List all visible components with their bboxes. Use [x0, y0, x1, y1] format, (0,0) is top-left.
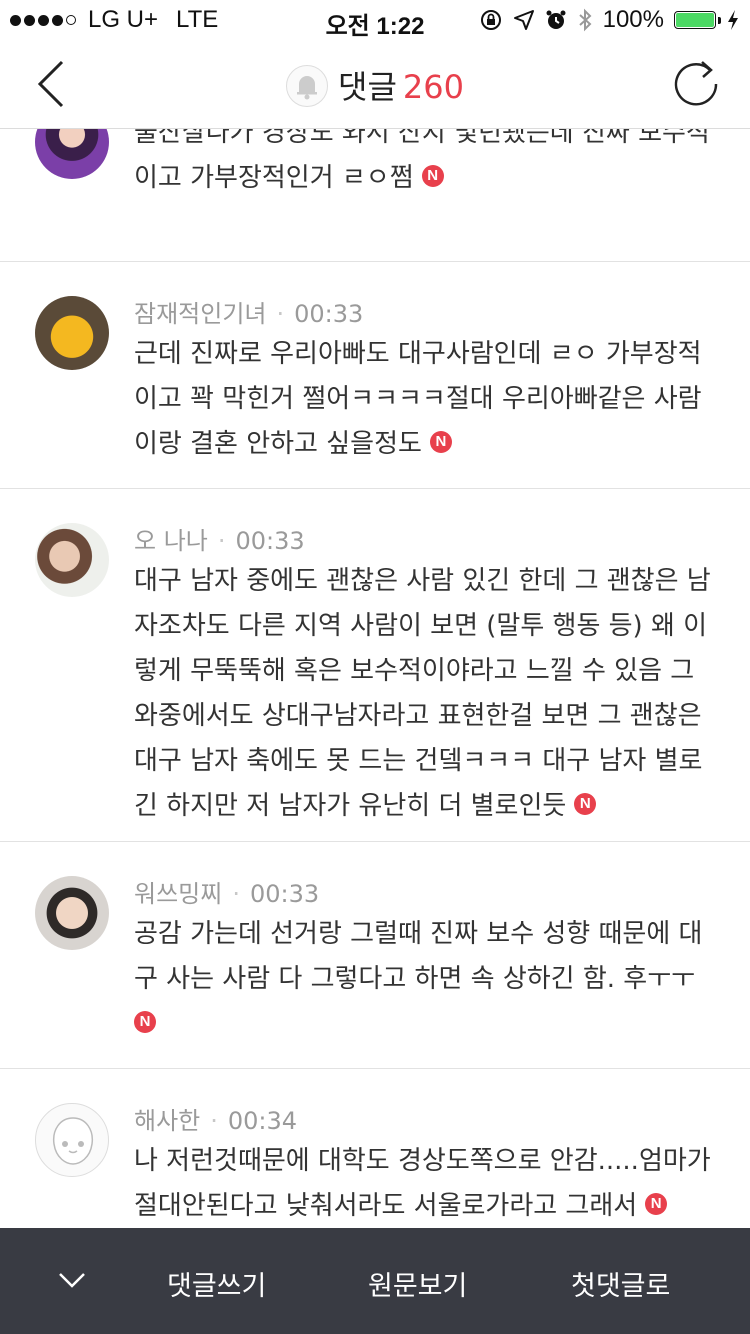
comment-body: 울산살다가 경상도 와서 산지 몇년됐는데 진짜 보수적 이고 가부장적인거 ㄹ… [134, 129, 714, 201]
first-comment-button[interactable]: 첫댓글로 [571, 1264, 670, 1303]
new-badge: N [645, 1192, 668, 1215]
comment-item: 잠재적인기녀 · 00:33 근데 진짜로 우리아빠도 대구사람인데 ㄹㅇ 가부장적… [0, 262, 750, 489]
comment-body: 대구 남자 중에도 괜찮은 사람 있긴 한데 그 괜찮은 남 자조차도 다른 지… [134, 559, 714, 829]
avatar[interactable] [35, 523, 109, 597]
comment-author: 해사한 [134, 1107, 201, 1135]
comment-author: 잠재적인기녀 [134, 300, 267, 328]
comment-line: 울산살다가 경상도 와서 산지 몇년됐는데 진짜 보수적 [134, 129, 710, 148]
comment-list[interactable]: 울산살다가 경상도 와서 산지 몇년됐는데 진짜 보수적 이고 가부장적인거 ㄹ… [0, 129, 750, 1228]
status-bar: LG U+ LTE 오전 1:22 100% [0, 0, 750, 40]
notification-bell-icon[interactable] [286, 65, 329, 107]
comment-line: 나 저런것때문에 대학도 경상도쪽으로 안감.....엄마가 [134, 1146, 711, 1176]
battery-fill [676, 13, 714, 27]
nav-bar: 댓글 260 [0, 40, 750, 129]
rotation-lock-icon [480, 10, 501, 30]
comment-body: 근데 진짜로 우리아빠도 대구사람인데 ㄹㅇ 가부장적 이고 꽉 막힌거 쩔어ㅋ… [134, 332, 714, 467]
bottom-toolbar: 댓글쓰기 원문보기 첫댓글로 [0, 1228, 750, 1334]
location-arrow-icon [513, 10, 534, 30]
page-title: 댓글 260 [0, 62, 750, 110]
comment-line: 이고 가부장적인거 ㄹㅇ쩜 [134, 163, 414, 193]
comment-item: 오 나나 · 00:33 대구 남자 중에도 괜찮은 사람 있긴 한데 그 괜찮은 … [0, 489, 750, 842]
collapse-chevron-icon[interactable] [58, 1270, 86, 1290]
new-badge: N [134, 1010, 156, 1033]
comment-line: 자조차도 다른 지역 사람이 보면 (말투 행동 등) 왜 이 [134, 611, 708, 641]
view-original-button[interactable]: 원문보기 [368, 1264, 467, 1303]
comment-count: 260 [402, 68, 464, 106]
battery-percent: 100% [602, 6, 664, 33]
avatar[interactable] [35, 1103, 109, 1177]
comment-line: 와중에서도 상대구남자라고 표현한걸 보면 그 괜찮은 [134, 701, 702, 731]
comment-body: 나 저런것때문에 대학도 경상도쪽으로 안감.....엄마가 절대안된다고 낮춰… [134, 1139, 714, 1228]
refresh-icon[interactable] [670, 58, 722, 110]
comment-line: 렇게 무뚝뚝해 혹은 보수적이야라고 느낄 수 있음 그 [134, 656, 695, 686]
comment-meta: 잠재적인기녀 · 00:33 [134, 300, 364, 328]
comment-time: 00:33 [294, 300, 364, 328]
comment-time: 00:34 [227, 1107, 298, 1135]
comment-author: 오 나나 [134, 527, 208, 555]
battery-icon [674, 11, 721, 29]
avatar[interactable] [35, 296, 109, 370]
write-comment-button[interactable]: 댓글쓰기 [167, 1264, 266, 1303]
comment-line: 절대안된다고 낮춰서라도 서울로가라고 그래서 [134, 1191, 638, 1221]
alarm-icon [546, 10, 566, 29]
comment-line: 긴 하지만 저 남자가 유난히 더 별로인듯 [134, 791, 567, 821]
comment-line: 이고 꽉 막힌거 쩔어ㅋㅋㅋㅋ절대 우리아빠같은 사람 [134, 384, 702, 414]
bluetooth-icon [578, 8, 592, 32]
title-label: 댓글 [338, 68, 397, 106]
avatar[interactable] [35, 129, 109, 179]
new-badge: N [421, 164, 444, 187]
comment-line: 이랑 결혼 안하고 싶을정도 [134, 429, 422, 459]
comment-item: 울산살다가 경상도 와서 산지 몇년됐는데 진짜 보수적 이고 가부장적인거 ㄹ… [0, 129, 750, 262]
new-badge: N [429, 430, 452, 453]
comment-body: 공감 가는데 선거랑 그럴때 진짜 보수 성향 때문에 대 구 사는 사람 다 … [134, 912, 714, 1047]
comment-meta: 오 나나 · 00:33 [134, 527, 305, 555]
comment-line: 대구 남자 중에도 괜찮은 사람 있긴 한데 그 괜찮은 남 [134, 566, 711, 596]
comment-line: 대구 남자 축에도 못 드는 건뎈ㅋㅋㅋ 대구 남자 별로 [134, 746, 703, 776]
comment-line: 공감 가는데 선거랑 그럴때 진짜 보수 성향 때문에 대 [134, 919, 703, 949]
comment-time: 00:33 [249, 880, 320, 908]
default-peach-avatar-icon [52, 1117, 94, 1165]
comment-item: 해사한 · 00:34 나 저런것때문에 대학도 경상도쪽으로 안감.....엄마가… [0, 1069, 750, 1228]
status-right: 100% [479, 6, 740, 34]
new-badge: N [574, 792, 597, 815]
comment-line: 구 사는 사람 다 그렇다고 하면 속 상하긴 함. 후ㅜㅜ [134, 964, 696, 994]
comment-time: 00:33 [235, 527, 305, 555]
comment-item: 워쓰밍찌 · 00:33 공감 가는데 선거랑 그럴때 진짜 보수 성향 때문에 대… [0, 842, 750, 1069]
comment-meta: 해사한 · 00:34 [134, 1107, 298, 1135]
comment-line: 근데 진짜로 우리아빠도 대구사람인데 ㄹㅇ 가부장적 [134, 339, 702, 369]
avatar[interactable] [35, 876, 109, 950]
comment-author: 워쓰밍찌 [134, 880, 223, 908]
comment-meta: 워쓰밍찌 · 00:33 [134, 880, 320, 908]
charging-bolt-icon [728, 10, 738, 30]
